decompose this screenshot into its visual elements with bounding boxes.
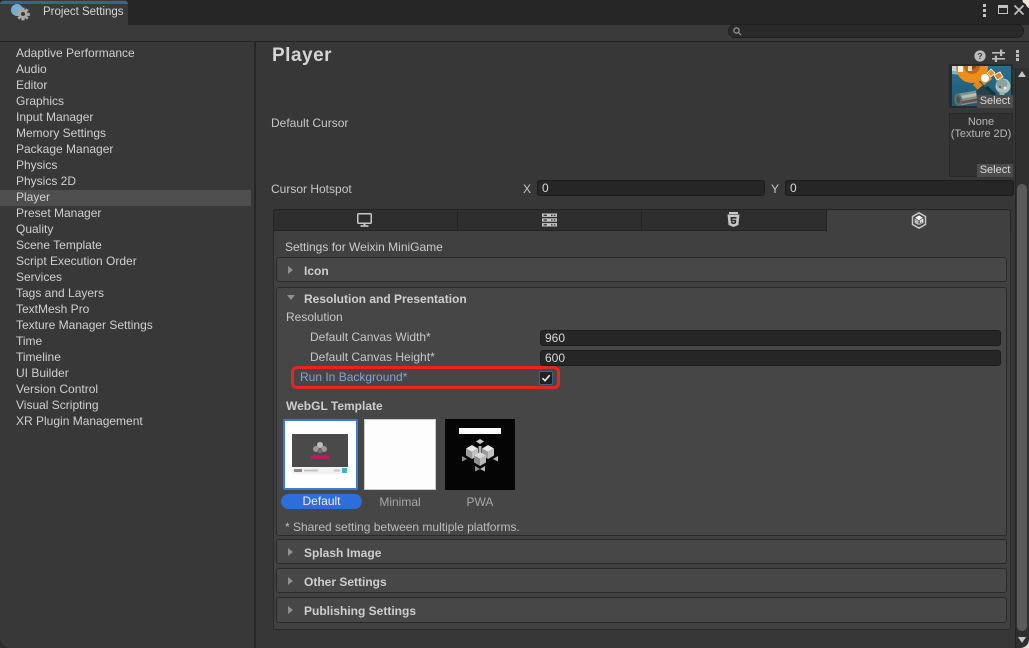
svg-text:?: ?	[977, 51, 982, 61]
svg-text:M: M	[919, 221, 923, 226]
